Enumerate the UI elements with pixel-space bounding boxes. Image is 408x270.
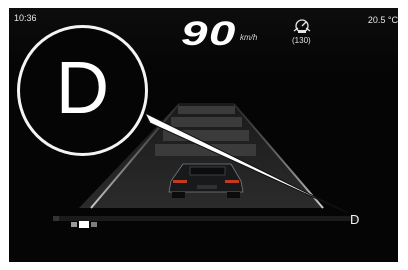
gear-callout-bubble: D bbox=[17, 25, 148, 156]
gear-callout-text: D bbox=[55, 46, 110, 129]
